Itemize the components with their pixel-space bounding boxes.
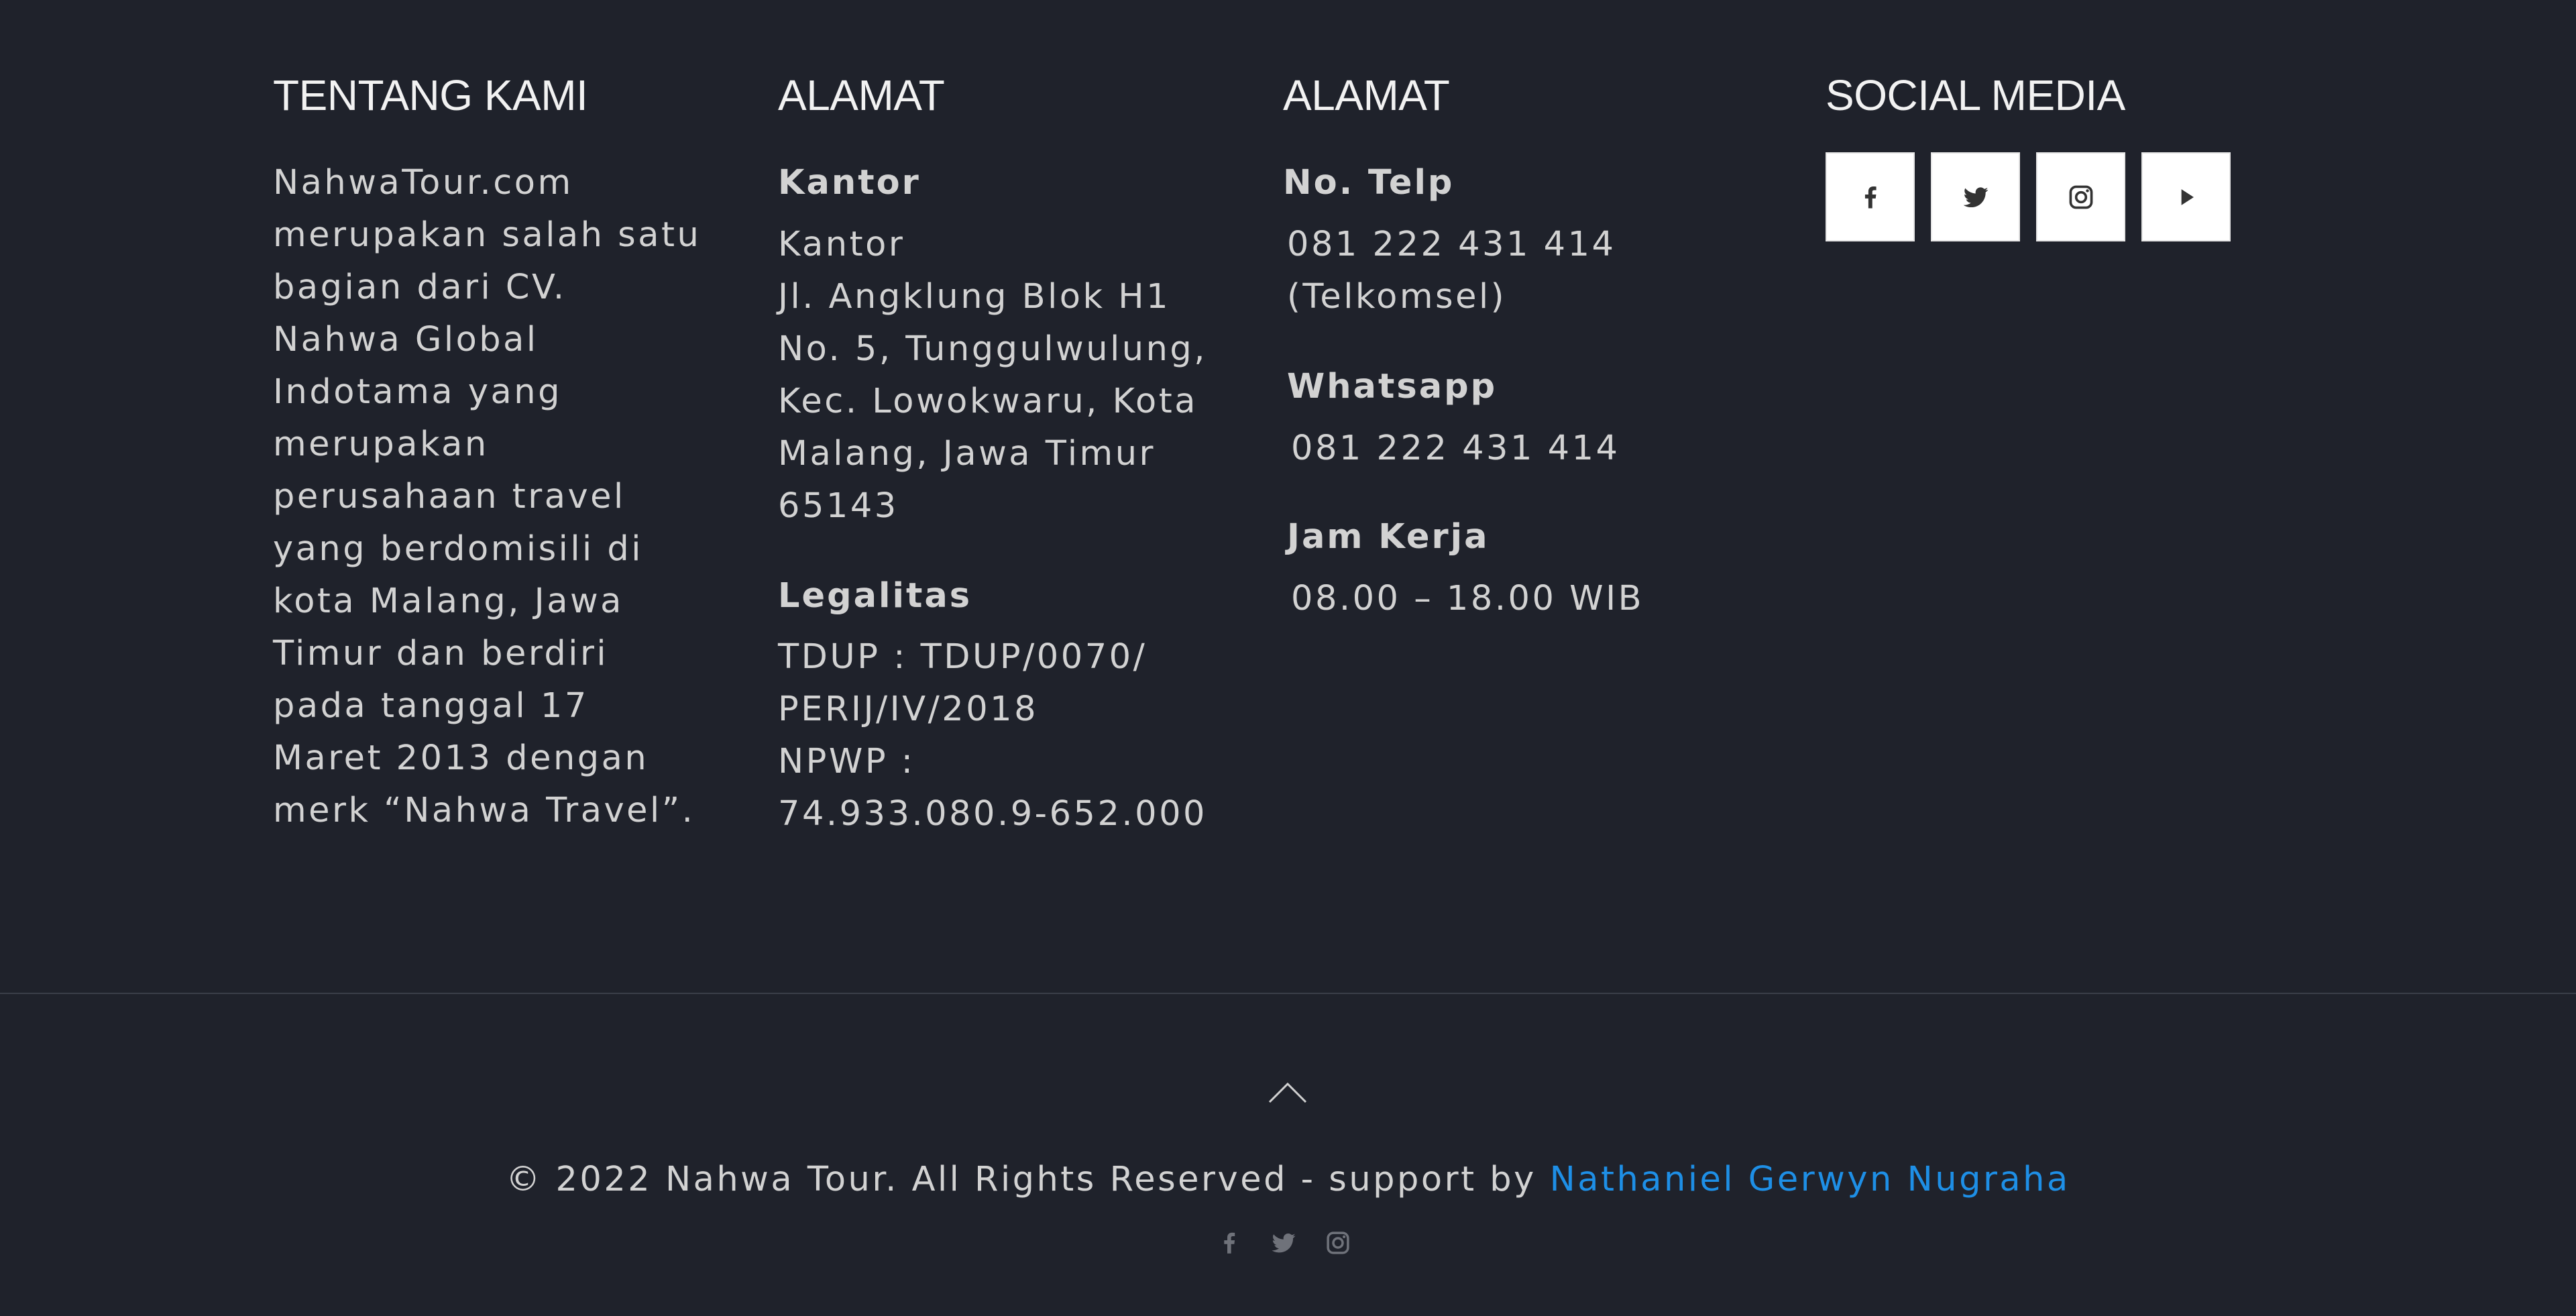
author-link[interactable]: Nathaniel Gerwyn Nugraha	[1550, 1160, 2070, 1199]
phone-heading: No. Telp	[1283, 163, 1455, 203]
facebook-icon	[1224, 1232, 1235, 1254]
office-line: 65143	[778, 486, 899, 526]
whatsapp-number: 081 222 431 414	[1291, 429, 1620, 468]
footer-instagram-link[interactable]	[1323, 1227, 1353, 1258]
phone-line: 081 222 431 414	[1287, 225, 1616, 264]
office-line: Malang, Jawa Timur	[778, 434, 1156, 474]
facebook-button[interactable]	[1826, 152, 1915, 241]
phone-line: (Telkomsel)	[1287, 277, 1507, 317]
about-line: Nahwa Global	[273, 320, 539, 360]
office-address: Kantor Jl. Angklung Blok H1 No. 5, Tungg…	[778, 219, 1207, 533]
legal-heading: Legalitas	[778, 576, 972, 616]
about-line: merk “Nahwa Travel”.	[273, 791, 695, 830]
office-heading: Kantor	[778, 163, 921, 203]
office-line: Kantor	[778, 225, 905, 264]
youtube-button[interactable]	[2141, 152, 2231, 241]
twitter-icon	[1963, 186, 1988, 207]
about-line: pada tanggal 17	[273, 686, 589, 726]
copyright-prefix: © 2022 Nahwa Tour. All Rights Reserved -…	[506, 1160, 1550, 1199]
social-title: SOCIAL MEDIA	[1826, 71, 2125, 119]
legal-line: 74.933.080.9-652.000	[778, 794, 1207, 834]
about-line: Maret 2013 dengan	[273, 738, 649, 778]
about-line: kota Malang, Jawa	[273, 582, 624, 621]
about-title: TENTANG KAMI	[273, 71, 588, 119]
legal-line: PERIJ/IV/2018	[778, 690, 1039, 729]
contact-title: ALAMAT	[1283, 71, 1450, 119]
footer-social-icons	[1214, 1227, 1361, 1261]
about-text: NahwaTour.com merupakan salah satu bagia…	[273, 157, 702, 837]
instagram-icon	[1327, 1231, 1349, 1254]
scroll-to-top-icon[interactable]	[1268, 1080, 1308, 1104]
hours-heading: Jam Kerja	[1287, 517, 1490, 557]
office-line: Kec. Lowokwaru, Kota	[778, 382, 1198, 421]
about-line: yang berdomisili di	[273, 529, 643, 569]
office-line: No. 5, Tunggulwulung,	[778, 329, 1207, 369]
about-line: Indotama yang	[273, 372, 562, 412]
footer-twitter-link[interactable]	[1268, 1227, 1299, 1258]
twitter-button[interactable]	[1931, 152, 2020, 241]
whatsapp-heading: Whatsapp	[1287, 367, 1498, 406]
about-line: bagian dari CV.	[273, 268, 567, 307]
address-title: ALAMAT	[778, 71, 945, 119]
hours-value: 08.00 – 18.00 WIB	[1291, 579, 1644, 618]
office-line: Jl. Angklung Blok H1	[778, 277, 1171, 317]
phone-number: 081 222 431 414 (Telkomsel)	[1287, 219, 1616, 323]
footer-facebook-link[interactable]	[1214, 1227, 1245, 1258]
legal-line: TDUP : TDUP/0070/	[778, 637, 1147, 677]
youtube-icon	[2181, 188, 2194, 205]
instagram-button[interactable]	[2036, 152, 2125, 241]
legal-info: TDUP : TDUP/0070/ PERIJ/IV/2018 NPWP : 7…	[778, 631, 1207, 840]
about-line: merupakan salah satu	[273, 215, 702, 255]
copyright-text: © 2022 Nahwa Tour. All Rights Reserved -…	[0, 1154, 2576, 1206]
about-line: merupakan	[273, 425, 489, 464]
about-line: perusahaan travel	[273, 477, 626, 516]
instagram-icon	[2069, 185, 2092, 209]
footer-divider	[0, 993, 2576, 994]
twitter-icon	[1272, 1233, 1296, 1253]
about-line: NahwaTour.com	[273, 163, 573, 203]
legal-line: NPWP :	[778, 742, 915, 781]
about-line: Timur dan berdiri	[273, 634, 609, 673]
facebook-icon	[1864, 186, 1877, 208]
